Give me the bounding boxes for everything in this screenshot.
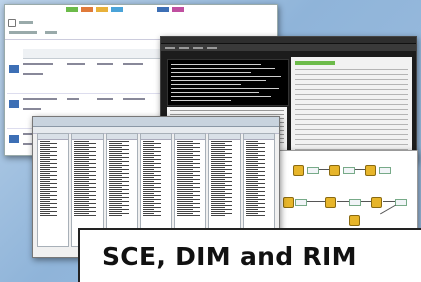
row-cell <box>97 98 113 100</box>
row-cell <box>23 98 57 100</box>
color-tab-strip <box>5 5 277 13</box>
row-cell <box>67 98 79 100</box>
tab-magenta[interactable] <box>172 6 184 12</box>
menu-label <box>19 21 33 24</box>
row-cell <box>67 63 85 65</box>
title-bar <box>161 37 416 44</box>
process-node-icon[interactable] <box>293 165 304 176</box>
flow-connector <box>337 201 349 202</box>
caption-text: SCE, DIM and RIM <box>102 241 357 271</box>
log-line <box>171 96 271 97</box>
process-node-icon[interactable] <box>329 165 340 176</box>
console-output <box>167 59 289 106</box>
log-line <box>171 72 251 73</box>
flow-connector <box>319 169 329 170</box>
menu-item[interactable] <box>193 46 203 49</box>
column-header <box>140 134 172 140</box>
tab-green[interactable] <box>66 6 78 12</box>
flow-connector <box>383 201 395 202</box>
window-icon[interactable] <box>8 19 16 27</box>
log-line <box>171 84 241 85</box>
caption-box: SCE, DIM and RIM <box>78 228 421 282</box>
process-node-icon[interactable] <box>349 215 360 226</box>
row-cell <box>23 73 43 75</box>
node-label <box>395 199 407 206</box>
column-header <box>209 134 240 140</box>
node-label <box>343 167 355 174</box>
tab-dark-blue[interactable] <box>157 6 169 12</box>
process-node-icon[interactable] <box>283 197 294 208</box>
column-header <box>38 134 69 140</box>
column-header <box>175 134 206 140</box>
tab-yellow[interactable] <box>96 6 108 12</box>
flow-connector <box>379 204 397 215</box>
row-thumbnail <box>9 135 19 143</box>
row-cell <box>23 108 41 110</box>
row-cell <box>97 63 113 65</box>
process-node-icon[interactable] <box>365 165 376 176</box>
column-header <box>106 134 137 140</box>
menu-item[interactable] <box>207 46 217 49</box>
dialog-title-bar <box>33 117 279 127</box>
log-line <box>171 64 261 65</box>
row-cell <box>23 63 53 65</box>
node-label <box>349 199 361 206</box>
node-label <box>379 167 391 174</box>
log-line <box>171 76 281 77</box>
field-value <box>45 31 57 34</box>
flow-connector <box>355 169 365 170</box>
status-list-panel <box>291 57 412 160</box>
log-line <box>171 88 279 89</box>
list-column <box>37 133 70 247</box>
flow-connector <box>361 201 371 202</box>
process-node-icon[interactable] <box>371 197 382 208</box>
tab-orange[interactable] <box>81 6 93 12</box>
log-line <box>171 100 231 101</box>
log-line <box>171 92 259 93</box>
flow-connector <box>307 201 325 202</box>
tab-blue[interactable] <box>111 6 123 12</box>
row-cell <box>123 63 143 65</box>
row-thumbnail <box>9 65 19 73</box>
row-cell <box>123 98 145 100</box>
process-node-icon[interactable] <box>325 197 336 208</box>
menu-item[interactable] <box>179 46 189 49</box>
menu-item[interactable] <box>165 46 175 49</box>
column-header <box>243 134 274 140</box>
log-line <box>171 68 275 69</box>
field-label <box>9 31 37 34</box>
node-label <box>307 167 319 174</box>
menu-bar <box>161 44 416 51</box>
column-header <box>72 134 103 140</box>
row-thumbnail <box>9 100 19 108</box>
node-label <box>295 199 307 206</box>
log-line <box>171 80 266 81</box>
status-bar-indicator <box>295 61 335 65</box>
